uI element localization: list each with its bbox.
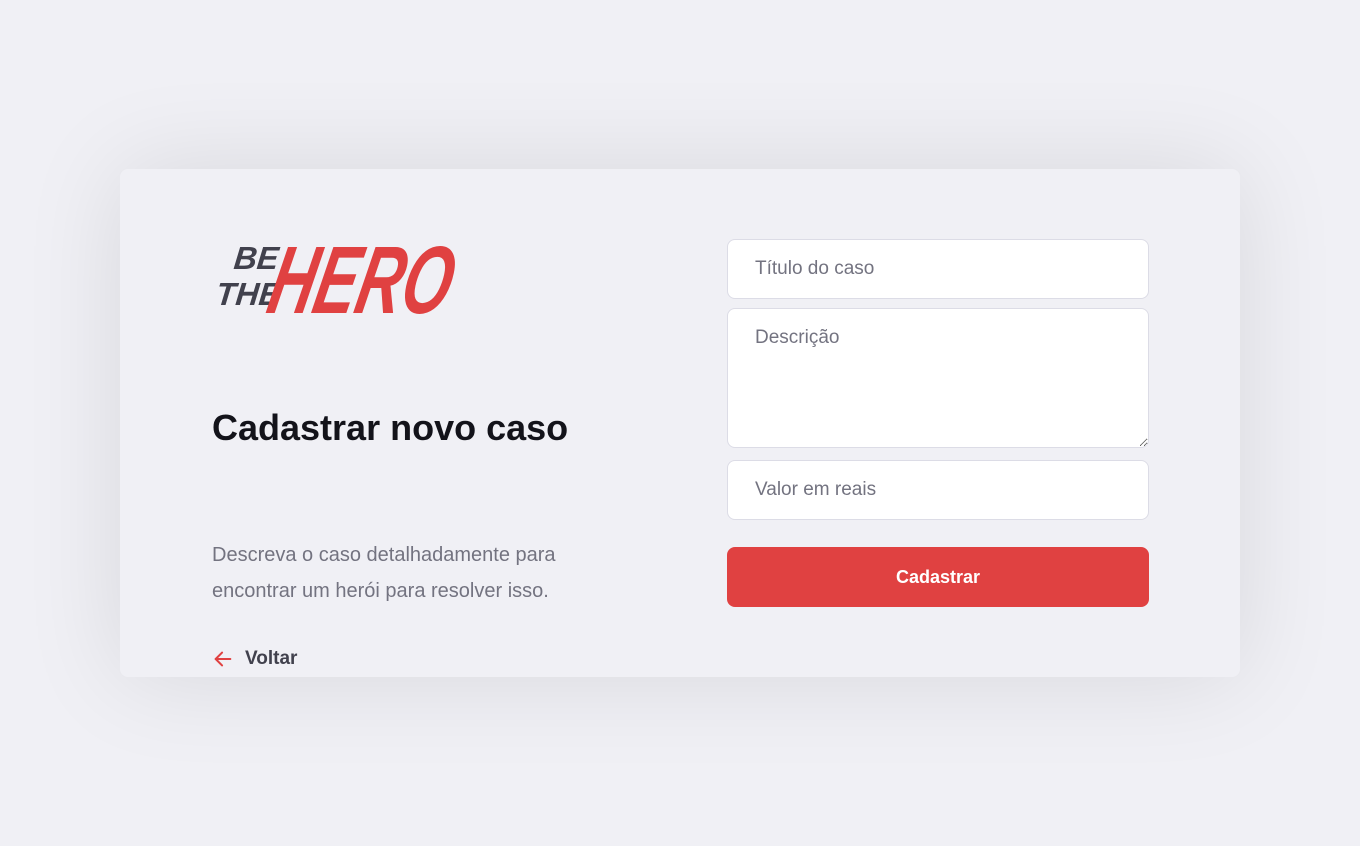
back-link[interactable]: Voltar (212, 648, 297, 670)
page-title: Cadastrar novo caso (212, 407, 569, 448)
case-title-input[interactable] (727, 239, 1149, 299)
logo-big-text: HERO (260, 226, 464, 333)
intro-section: BE THE HERO Cadastrar novo caso Descreva… (212, 221, 612, 669)
case-description-textarea[interactable] (727, 308, 1149, 448)
back-link-label: Voltar (245, 648, 298, 669)
case-value-input[interactable] (727, 460, 1149, 520)
submit-button[interactable]: Cadastrar (727, 547, 1149, 607)
page-description: Descreva o caso detalhadamente para enco… (212, 544, 556, 602)
register-case-card: BE THE HERO Cadastrar novo caso Descreva… (120, 169, 1240, 677)
be-the-hero-logo: BE THE HERO (214, 226, 464, 333)
arrow-left-icon (212, 648, 234, 670)
